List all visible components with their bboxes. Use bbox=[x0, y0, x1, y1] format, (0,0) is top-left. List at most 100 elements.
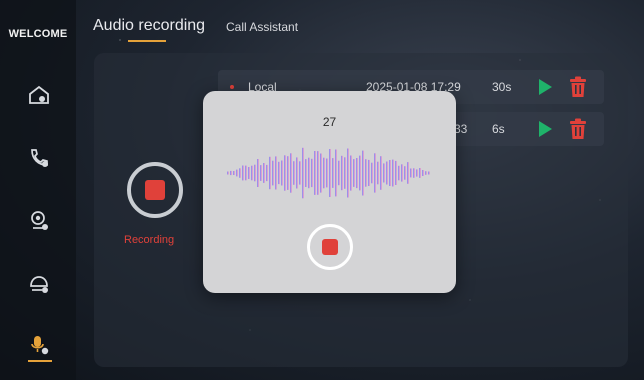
recording-duration: 30s bbox=[492, 80, 512, 94]
recording-duration: 6s bbox=[492, 122, 505, 136]
waveform-bar bbox=[320, 153, 322, 193]
waveform-bar bbox=[398, 165, 400, 181]
waveform-bar bbox=[380, 156, 382, 190]
waveform-bar bbox=[287, 156, 289, 190]
waveform-bar bbox=[251, 165, 253, 181]
waveform-bar bbox=[254, 164, 256, 182]
waveform-bar bbox=[383, 163, 385, 183]
waveform-bar bbox=[428, 171, 430, 175]
tab-audio-recording[interactable]: Audio recording bbox=[93, 17, 205, 35]
record-button[interactable] bbox=[127, 162, 183, 218]
waveform-bar bbox=[305, 159, 307, 187]
waveform-icon bbox=[227, 147, 430, 199]
recording-modal: 27 bbox=[203, 91, 456, 293]
waveform-bar bbox=[386, 161, 388, 185]
waveform-bar bbox=[233, 171, 235, 175]
sidebar-item-calls[interactable] bbox=[24, 143, 54, 173]
waveform-bar bbox=[314, 151, 316, 195]
microphone-icon bbox=[31, 336, 49, 355]
waveform-bar bbox=[350, 155, 352, 191]
waveform-bar bbox=[401, 164, 403, 182]
waveform-bar bbox=[419, 168, 421, 178]
waveform-bar bbox=[341, 155, 343, 191]
waveform-bar bbox=[416, 169, 418, 177]
waveform-bar bbox=[236, 169, 238, 177]
waveform-bar bbox=[269, 156, 271, 190]
waveform-bar bbox=[425, 171, 427, 175]
waveform-bar bbox=[257, 159, 259, 187]
phone-icon bbox=[31, 149, 48, 167]
sidebar-item-monitor[interactable] bbox=[24, 269, 54, 299]
waveform-bar bbox=[392, 159, 394, 187]
waveform-bar bbox=[362, 150, 364, 196]
waveform-bar bbox=[227, 171, 229, 175]
waveform-bar bbox=[281, 160, 283, 186]
waveform-bar bbox=[290, 153, 292, 193]
waveform-bar bbox=[293, 161, 295, 185]
active-nav-indicator bbox=[28, 360, 52, 362]
waveform-bar bbox=[413, 168, 415, 178]
waveform-bar bbox=[239, 168, 241, 178]
waveform-bar bbox=[284, 155, 286, 191]
waveform-bar bbox=[371, 162, 373, 184]
recording-counter: 27 bbox=[322, 115, 337, 129]
waveform-bar bbox=[410, 168, 412, 178]
waveform-bar bbox=[263, 163, 265, 183]
waveform-bar bbox=[422, 170, 424, 176]
welcome-label: WELCOME bbox=[8, 28, 68, 40]
recording-status: Recording bbox=[124, 234, 175, 246]
waveform-bar bbox=[260, 165, 262, 181]
waveform-bar bbox=[344, 157, 346, 189]
waveform-bar bbox=[356, 158, 358, 189]
waveform-bar bbox=[329, 149, 331, 197]
monitor-icon bbox=[30, 276, 48, 293]
sidebar-item-home[interactable] bbox=[24, 80, 54, 110]
waveform-bar bbox=[374, 153, 376, 193]
stop-square-icon bbox=[322, 239, 338, 255]
waveform-bar bbox=[275, 156, 277, 190]
waveform-bar bbox=[299, 161, 301, 185]
waveform-bar bbox=[404, 166, 406, 180]
waveform-bar bbox=[242, 165, 244, 181]
waveform-bar bbox=[311, 158, 313, 188]
play-icon[interactable] bbox=[536, 120, 554, 138]
waveform-bar bbox=[365, 159, 367, 187]
recording-datetime: 33 bbox=[454, 122, 468, 136]
home-icon bbox=[29, 85, 49, 104]
waveform-bar bbox=[326, 158, 328, 188]
waveform-bar bbox=[248, 167, 250, 179]
active-tab-indicator bbox=[128, 40, 166, 42]
waveform-bar bbox=[272, 160, 274, 186]
waveform-bar bbox=[389, 160, 391, 186]
waveform-bar bbox=[317, 151, 319, 195]
waveform-bar bbox=[266, 164, 268, 182]
play-icon[interactable] bbox=[536, 78, 554, 96]
sidebar-item-audio[interactable] bbox=[24, 330, 54, 360]
waveform-bar bbox=[359, 155, 361, 191]
waveform-bar bbox=[377, 161, 379, 185]
sidebar-item-camera[interactable] bbox=[24, 206, 54, 236]
waveform-bar bbox=[308, 157, 310, 189]
waveform-bar bbox=[395, 160, 397, 185]
waveform-bar bbox=[335, 149, 337, 197]
trash-icon[interactable] bbox=[568, 118, 588, 140]
waveform-bar bbox=[368, 159, 370, 186]
waveform-bar bbox=[278, 161, 280, 185]
trash-icon[interactable] bbox=[568, 76, 588, 98]
waveform-bar bbox=[296, 157, 298, 189]
waveform-bar bbox=[230, 170, 232, 176]
waveform-bar bbox=[245, 165, 247, 181]
waveform-bar bbox=[302, 147, 304, 199]
waveform-bar bbox=[338, 160, 340, 186]
waveform-bar bbox=[332, 158, 334, 188]
sidebar: WELCOME bbox=[0, 0, 76, 380]
waveform-bar bbox=[323, 157, 325, 189]
waveform-bar bbox=[353, 159, 355, 187]
camera-user-icon bbox=[31, 211, 48, 230]
waveform-bar bbox=[407, 162, 409, 184]
tab-call-assistant[interactable]: Call Assistant bbox=[226, 20, 298, 34]
stop-square-icon bbox=[145, 180, 165, 200]
waveform-bar bbox=[347, 148, 349, 198]
unread-dot bbox=[230, 85, 234, 89]
stop-recording-button[interactable] bbox=[307, 224, 353, 270]
